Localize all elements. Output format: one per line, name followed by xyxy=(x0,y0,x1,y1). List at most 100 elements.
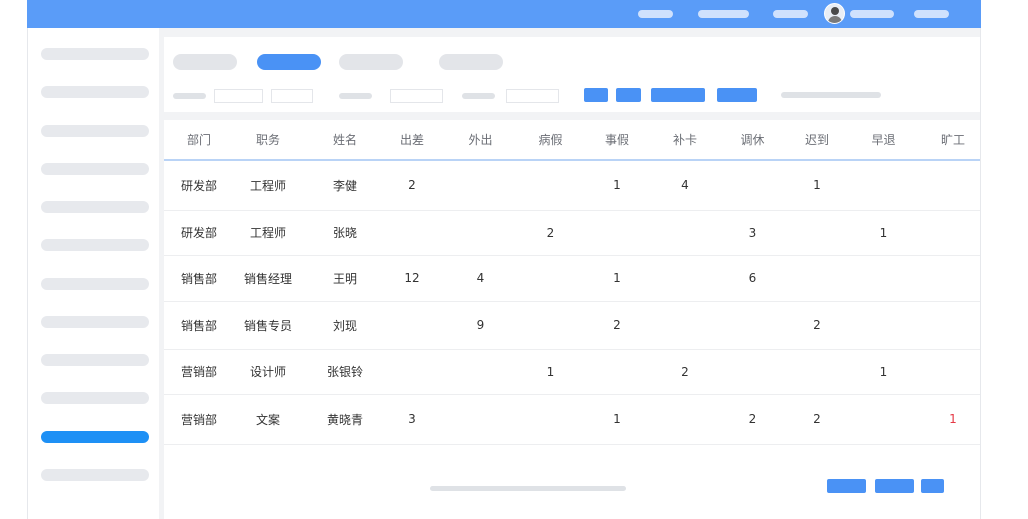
table-row[interactable]: 销售部 销售专员 刘现 9 2 2 xyxy=(164,301,980,350)
column-header[interactable]: 职务 xyxy=(234,120,302,161)
tab-4[interactable] xyxy=(439,54,503,70)
column-header[interactable]: 迟到 xyxy=(793,120,841,161)
cell-compensatory-leave xyxy=(712,349,793,395)
cell-punch-correction xyxy=(658,301,712,350)
sidebar-item[interactable] xyxy=(41,125,149,137)
cell-outing xyxy=(436,394,525,445)
cell-absent xyxy=(926,255,980,302)
cell-name: 李健 xyxy=(302,160,388,211)
sidebar-item[interactable] xyxy=(41,354,149,366)
cell-outing: 4 xyxy=(436,255,525,302)
cell-punch-correction xyxy=(658,210,712,256)
top-nav-item-3[interactable] xyxy=(773,10,808,18)
cell-sick-leave xyxy=(525,255,576,302)
cell-business-trip: 12 xyxy=(388,255,436,302)
top-nav-item-4[interactable] xyxy=(914,10,949,18)
sidebar-item[interactable] xyxy=(41,392,149,404)
cell-sick-leave: 1 xyxy=(525,349,576,395)
filter-button[interactable] xyxy=(717,88,757,102)
table-row[interactable]: 营销部 文案 黄晓青 3 1 2 2 1 xyxy=(164,394,980,445)
cell-absent xyxy=(926,210,980,256)
sidebar-item[interactable] xyxy=(41,86,149,98)
column-header[interactable]: 外出 xyxy=(436,120,525,161)
cell-late xyxy=(793,210,841,256)
sidebar-item[interactable] xyxy=(41,316,149,328)
cell-outing xyxy=(436,210,525,256)
cell-business-trip: 2 xyxy=(388,160,436,211)
cell-position: 工程师 xyxy=(234,160,302,211)
cell-absent: 1 xyxy=(926,394,980,445)
column-header[interactable]: 补卡 xyxy=(658,120,712,161)
cell-late: 2 xyxy=(793,301,841,350)
filter-input[interactable] xyxy=(271,89,313,103)
table-row[interactable]: 研发部 工程师 张晓 2 3 1 xyxy=(164,210,980,256)
column-header[interactable]: 姓名 xyxy=(302,120,388,161)
column-header[interactable]: 出差 xyxy=(388,120,436,161)
table-row[interactable]: 销售部 销售经理 王明 12 4 1 6 xyxy=(164,255,980,302)
sidebar xyxy=(28,28,159,519)
table-row[interactable]: 营销部 设计师 张银铃 1 2 1 xyxy=(164,349,980,395)
filter-button[interactable] xyxy=(584,88,608,102)
column-header[interactable]: 事假 xyxy=(576,120,658,161)
cell-position: 设计师 xyxy=(234,349,302,395)
column-header[interactable]: 部门 xyxy=(164,120,234,161)
cell-sick-leave xyxy=(525,394,576,445)
sidebar-item[interactable] xyxy=(41,278,149,290)
filter-input[interactable] xyxy=(390,89,443,103)
cell-department: 营销部 xyxy=(164,394,234,445)
filter-panel xyxy=(164,37,980,112)
sidebar-item[interactable] xyxy=(41,201,149,213)
cell-compensatory-leave xyxy=(712,301,793,350)
sidebar-item[interactable] xyxy=(41,469,149,481)
column-header[interactable]: 调休 xyxy=(712,120,793,161)
column-header[interactable]: 病假 xyxy=(525,120,576,161)
sidebar-item[interactable] xyxy=(41,163,149,175)
cell-absent xyxy=(926,160,980,211)
cell-name: 王明 xyxy=(302,255,388,302)
cell-position: 文案 xyxy=(234,394,302,445)
footer-button[interactable] xyxy=(875,479,914,493)
table-row[interactable]: 研发部 工程师 李健 2 1 4 1 xyxy=(164,160,980,211)
cell-name: 张晓 xyxy=(302,210,388,256)
cell-name: 张银铃 xyxy=(302,349,388,395)
cell-department: 研发部 xyxy=(164,210,234,256)
cell-personal-leave: 1 xyxy=(576,394,658,445)
cell-early-leave xyxy=(841,394,926,445)
attendance-table-panel: 部门 职务 姓名 出差 外出 病假 事假 补卡 调休 迟到 早退 旷工 研发部 … xyxy=(164,120,980,519)
cell-position: 销售经理 xyxy=(234,255,302,302)
cell-early-leave xyxy=(841,160,926,211)
tab-3[interactable] xyxy=(339,54,403,70)
cell-position: 销售专员 xyxy=(234,301,302,350)
sidebar-item-active[interactable] xyxy=(41,431,149,443)
cell-personal-leave xyxy=(576,210,658,256)
column-header[interactable]: 旷工 xyxy=(926,120,980,161)
filter-input[interactable] xyxy=(506,89,559,103)
tab-active[interactable] xyxy=(257,54,321,70)
top-nav-item-2[interactable] xyxy=(698,10,749,18)
cell-sick-leave: 2 xyxy=(525,210,576,256)
cell-compensatory-leave: 6 xyxy=(712,255,793,302)
column-header[interactable]: 早退 xyxy=(841,120,926,161)
user-name[interactable] xyxy=(850,10,894,18)
user-avatar-icon[interactable] xyxy=(824,3,845,24)
cell-department: 销售部 xyxy=(164,255,234,302)
footer-button[interactable] xyxy=(921,479,944,493)
footer-button[interactable] xyxy=(827,479,866,493)
cell-personal-leave: 2 xyxy=(576,301,658,350)
filter-hint xyxy=(781,92,881,98)
horizontal-scrollbar[interactable] xyxy=(430,486,626,491)
cell-personal-leave xyxy=(576,349,658,395)
cell-outing xyxy=(436,349,525,395)
sidebar-item[interactable] xyxy=(41,48,149,60)
cell-outing: 9 xyxy=(436,301,525,350)
top-nav-item-1[interactable] xyxy=(638,10,673,18)
filter-input[interactable] xyxy=(214,89,263,103)
cell-absent xyxy=(926,301,980,350)
cell-late: 2 xyxy=(793,394,841,445)
filter-button[interactable] xyxy=(616,88,641,102)
cell-personal-leave: 1 xyxy=(576,255,658,302)
cell-early-leave: 1 xyxy=(841,210,926,256)
filter-button[interactable] xyxy=(651,88,705,102)
sidebar-item[interactable] xyxy=(41,239,149,251)
tab-1[interactable] xyxy=(173,54,237,70)
